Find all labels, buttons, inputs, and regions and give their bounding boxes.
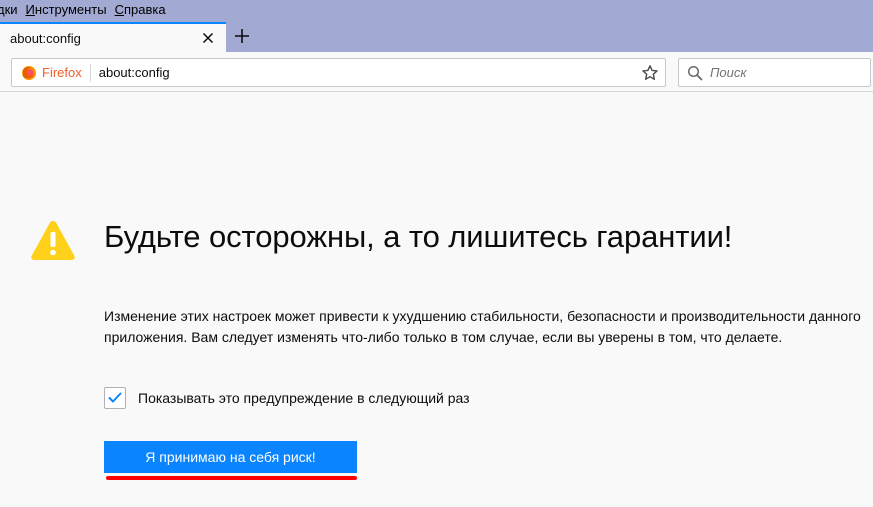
plus-icon[interactable] bbox=[232, 26, 252, 46]
menu-bar: дки Инструменты Справка bbox=[0, 0, 873, 20]
firefox-icon bbox=[22, 65, 36, 80]
url-bar[interactable]: Firefox about:config bbox=[11, 58, 666, 87]
checkmark-icon bbox=[108, 392, 122, 403]
search-bar[interactable] bbox=[678, 58, 871, 87]
menu-item-tools[interactable]: Инструменты bbox=[23, 0, 112, 20]
menu-item-bookmarks[interactable]: дки bbox=[0, 0, 23, 20]
url-text[interactable]: about:config bbox=[99, 65, 170, 80]
identity-label[interactable]: Firefox bbox=[42, 65, 82, 80]
tab-strip: about:config bbox=[0, 20, 873, 52]
accept-risk-button[interactable]: Я принимаю на себя риск! bbox=[104, 441, 357, 473]
show-warning-checkbox[interactable] bbox=[104, 387, 126, 409]
search-input[interactable] bbox=[710, 65, 860, 80]
menu-label-help: правка bbox=[124, 2, 166, 17]
red-underline-annotation bbox=[106, 476, 357, 480]
search-icon bbox=[687, 65, 703, 80]
about-config-warning-page: Будьте осторожны, а то лишитесь гарантии… bbox=[0, 93, 873, 507]
tab-title: about:config bbox=[10, 30, 81, 46]
url-separator bbox=[89, 63, 91, 82]
tab-about-config[interactable]: about:config bbox=[0, 22, 226, 52]
close-icon[interactable] bbox=[200, 30, 216, 46]
show-warning-label[interactable]: Показывать это предупреждение в следующи… bbox=[138, 390, 470, 406]
warning-icon bbox=[31, 221, 75, 260]
nav-bar: Firefox about:config bbox=[0, 52, 873, 92]
show-warning-row: Показывать это предупреждение в следующи… bbox=[104, 387, 470, 409]
menu-accel-help: С bbox=[114, 2, 124, 17]
menu-label-tools: нструменты bbox=[34, 2, 107, 17]
menu-item-help[interactable]: Справка bbox=[112, 0, 171, 20]
star-icon[interactable] bbox=[641, 64, 659, 82]
warning-description: Изменение этих настроек может привести к… bbox=[104, 308, 861, 345]
menu-accel-tools: И bbox=[25, 2, 35, 17]
warning-title: Будьте осторожны, а то лишитесь гарантии… bbox=[104, 219, 733, 254]
